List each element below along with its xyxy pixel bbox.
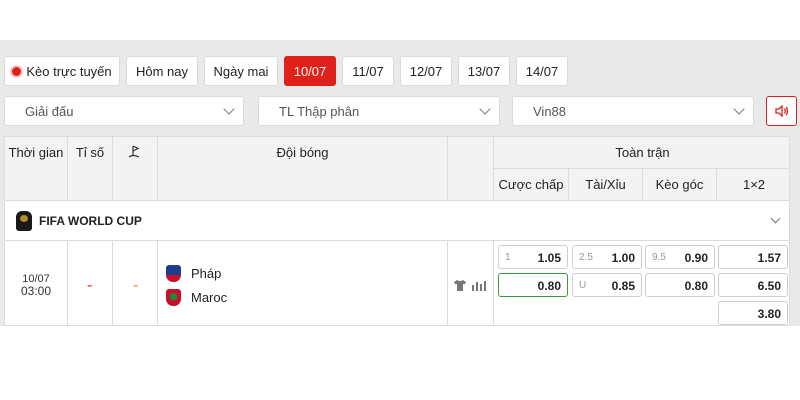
chevron-down-icon[interactable] xyxy=(770,213,781,224)
away-win-odd[interactable]: 6.50 xyxy=(718,273,788,297)
live-dot-icon xyxy=(12,66,22,76)
over-under-line: 2.5 xyxy=(579,252,593,263)
date-tab-13-07[interactable]: 13/07 xyxy=(458,56,510,86)
france-crest-icon xyxy=(166,265,181,282)
match-row: 10/07 03:00 - - Pháp Maroc 1 1.05 0.80 2… xyxy=(5,241,789,325)
match-score-cell: - xyxy=(68,241,113,325)
live-odds-button[interactable]: Kèo trực tuyến xyxy=(4,56,120,86)
handicap-away-value: 0.80 xyxy=(537,279,561,293)
filter-bar: Giải đấu TL Thập phân Vin88 xyxy=(4,96,798,126)
match-corner-score: - xyxy=(133,277,139,294)
date-tab-14-07[interactable]: 14/07 xyxy=(516,56,568,86)
odds-panel: Kèo trực tuyến Hôm nay Ngày mai 10/07 11… xyxy=(0,40,800,326)
home-win-odd[interactable]: 1.57 xyxy=(718,245,788,269)
tomorrow-button[interactable]: Ngày mai xyxy=(204,56,278,86)
speaker-icon xyxy=(774,105,788,117)
home-team[interactable]: Pháp xyxy=(166,265,221,282)
match-time-cell: 10/07 03:00 xyxy=(5,241,68,325)
match-score: - xyxy=(87,277,93,294)
corner-over-value: 0.90 xyxy=(684,251,708,265)
chevron-down-icon xyxy=(479,103,491,115)
match-teams-cell: Pháp Maroc xyxy=(158,241,448,325)
match-tools-cell xyxy=(448,241,494,325)
date-tab-12-07[interactable]: 12/07 xyxy=(400,56,452,86)
corner-flag-icon xyxy=(128,145,140,158)
handicap-away-odd[interactable]: 0.80 xyxy=(498,273,568,297)
match-time: 03:00 xyxy=(20,284,52,298)
under-label: U xyxy=(579,280,587,291)
header-corner-odds: Kèo góc xyxy=(643,169,717,201)
header-over-under: Tài/Xỉu xyxy=(569,169,643,201)
today-button[interactable]: Hôm nay xyxy=(126,56,198,86)
chevron-down-icon xyxy=(733,103,745,115)
handicap-line: 1 xyxy=(505,252,511,263)
corner-line: 9.5 xyxy=(652,252,666,263)
sound-toggle-button[interactable] xyxy=(766,96,797,126)
away-team-name: Maroc xyxy=(191,290,228,305)
under-odd[interactable]: U 0.85 xyxy=(572,273,642,297)
stats-icon[interactable] xyxy=(472,279,486,291)
home-win-value: 1.57 xyxy=(757,251,781,265)
league-row-world-cup[interactable]: FIFA WORLD CUP xyxy=(5,201,789,241)
header-blank xyxy=(448,137,494,201)
date-tab-10-07[interactable]: 10/07 xyxy=(284,56,336,86)
under-value: 0.85 xyxy=(611,279,635,293)
header-full-match: Toàn trận xyxy=(494,137,789,169)
away-win-value: 6.50 xyxy=(757,279,781,293)
odds-table: Thời gian Tỉ số Đội bóng Toàn trận Cược … xyxy=(4,136,790,326)
match-datetime: 10/07 03:00 xyxy=(5,273,67,297)
handicap-home-value: 1.05 xyxy=(537,251,561,265)
date-tab-11-07[interactable]: 11/07 xyxy=(342,56,394,86)
header-teams: Đội bóng xyxy=(158,137,448,201)
jersey-icon[interactable] xyxy=(454,280,466,291)
draw-odd[interactable]: 3.80 xyxy=(718,301,788,325)
league-select[interactable]: Giải đấu xyxy=(4,96,244,126)
corner-under-value: 0.80 xyxy=(684,279,708,293)
odds-format-select[interactable]: TL Thập phân xyxy=(258,96,500,126)
home-team-name: Pháp xyxy=(191,266,222,281)
world-cup-trophy-icon xyxy=(16,210,32,231)
over-value: 1.00 xyxy=(611,251,635,265)
header-time: Thời gian xyxy=(5,137,68,201)
over-odd[interactable]: 2.5 1.00 xyxy=(572,245,642,269)
league-select-value: Giải đấu xyxy=(25,103,74,119)
handicap-home-odd[interactable]: 1 1.05 xyxy=(498,245,568,269)
morocco-crest-icon xyxy=(166,289,181,306)
header-score: Tỉ số xyxy=(68,137,113,201)
bookmaker-value: Vin88 xyxy=(533,103,567,119)
match-corner-cell: - xyxy=(113,241,158,325)
live-odds-label: Kèo trực tuyến xyxy=(26,63,112,79)
chevron-down-icon xyxy=(223,103,235,115)
odds-format-value: TL Thập phân xyxy=(279,103,360,119)
date-filter-bar: Kèo trực tuyến Hôm nay Ngày mai 10/07 11… xyxy=(4,56,568,86)
header-1x2: 1×2 xyxy=(717,169,789,201)
league-name: FIFA WORLD CUP xyxy=(39,213,142,228)
corner-under-odd[interactable]: 0.80 xyxy=(645,273,715,297)
corner-over-odd[interactable]: 9.5 0.90 xyxy=(645,245,715,269)
header-corners-col xyxy=(113,137,158,201)
bookmaker-select[interactable]: Vin88 xyxy=(512,96,754,126)
draw-value: 3.80 xyxy=(757,307,781,321)
away-team[interactable]: Maroc xyxy=(166,289,227,306)
header-handicap: Cược chấp xyxy=(494,169,569,201)
